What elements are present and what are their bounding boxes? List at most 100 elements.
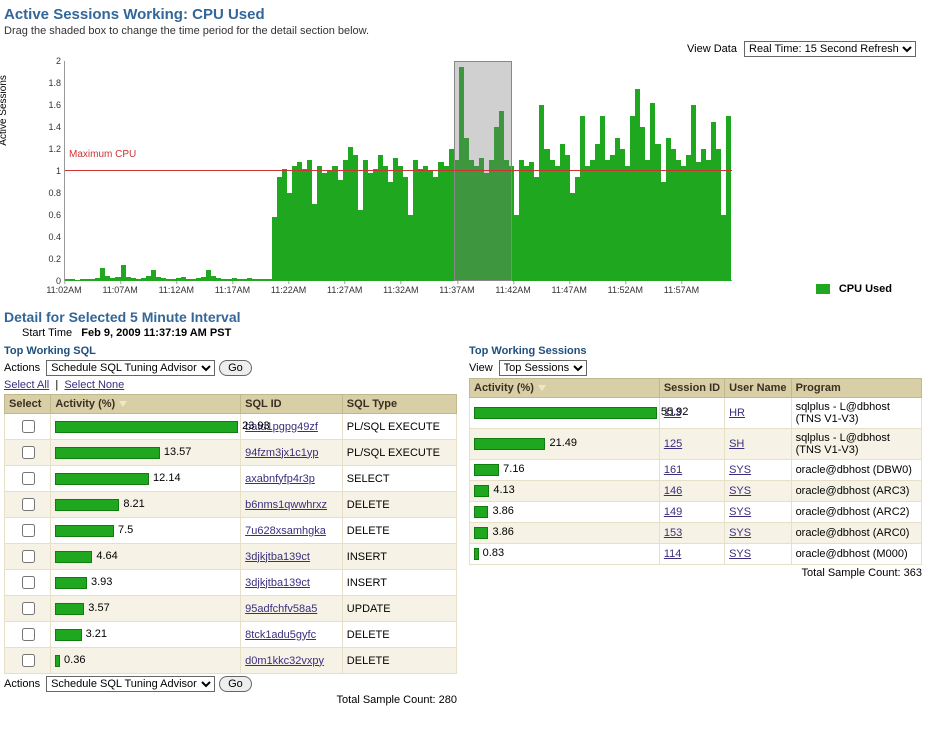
sql-go-button-bottom[interactable]: Go: [219, 676, 252, 692]
table-row: 7.57u628xsamhgkaDELETE: [5, 518, 457, 544]
user-name-link[interactable]: SH: [729, 438, 744, 450]
col-activity[interactable]: Activity (%): [51, 395, 241, 414]
view-data-row: View Data Real Time: 15 Second Refresh: [4, 41, 916, 57]
sqlid-link[interactable]: b6nms1qwwhrxz: [245, 499, 327, 511]
activity-value: 3.86: [492, 505, 513, 517]
activity-bar: [55, 577, 87, 589]
col-activity-sess[interactable]: Activity (%): [470, 379, 660, 398]
detail-section-title: Detail for Selected 5 Minute Interval: [4, 309, 922, 325]
sqlid-link[interactable]: 8tck1adu5gyfc: [245, 629, 316, 641]
activity-value: 12.14: [153, 472, 181, 484]
col-session[interactable]: Session ID: [659, 379, 724, 398]
program-cell: oracle@dbhost (M000): [791, 544, 921, 565]
sql-actions-row-top: Actions Schedule SQL Tuning Advisor Go: [4, 360, 457, 376]
sessions-view-select[interactable]: Top Sessions: [499, 360, 587, 376]
sql-actions-select-top[interactable]: Schedule SQL Tuning Advisor: [46, 360, 215, 376]
sessions-view-row: View Top Sessions: [469, 360, 922, 376]
user-name-link[interactable]: SYS: [729, 548, 751, 560]
user-name-link[interactable]: HR: [729, 407, 745, 419]
sqltype-cell: PL/SQL EXECUTE: [342, 414, 456, 440]
row-select-checkbox[interactable]: [22, 654, 35, 667]
row-select-checkbox[interactable]: [22, 446, 35, 459]
x-tick: 11:52AM: [608, 285, 643, 295]
y-tick: 1.4: [35, 122, 61, 132]
activity-value: 7.16: [503, 463, 524, 475]
x-tick: 11:12AM: [159, 285, 194, 295]
sqlid-link[interactable]: 94fzm3jx1c1yp: [245, 447, 318, 459]
sqlid-link[interactable]: 7u628xsamhgka: [245, 525, 326, 537]
user-name-link[interactable]: SYS: [729, 506, 751, 518]
x-tick: 11:57AM: [664, 285, 699, 295]
sqltype-cell: INSERT: [342, 570, 456, 596]
row-select-checkbox[interactable]: [22, 628, 35, 641]
sql-go-button-top[interactable]: Go: [219, 360, 252, 376]
activity-bar: [55, 655, 60, 667]
activity-value: 3.21: [86, 628, 107, 640]
col-sqltype[interactable]: SQL Type: [342, 395, 456, 414]
activity-bar: [55, 603, 84, 615]
col-program[interactable]: Program: [791, 379, 921, 398]
activity-bar: [474, 485, 489, 497]
table-row: 3.86153SYSoracle@dbhost (ARC0): [470, 523, 922, 544]
top-sql-panel: Top Working SQL Actions Schedule SQL Tun…: [4, 345, 457, 706]
row-select-checkbox[interactable]: [22, 420, 35, 433]
table-row: 0.36d0m1kkc32vxpyDELETE: [5, 648, 457, 674]
y-tick: 2: [35, 56, 61, 66]
activity-value: 4.64: [96, 550, 117, 562]
start-time-row: Start Time Feb 9, 2009 11:37:19 AM PST: [22, 327, 922, 339]
activity-bar: [474, 407, 657, 419]
sessions-sample-count: Total Sample Count: 363: [469, 567, 922, 579]
session-id-link[interactable]: 146: [664, 485, 682, 497]
activity-value: 8.21: [123, 498, 144, 510]
user-name-link[interactable]: SYS: [729, 527, 751, 539]
row-select-checkbox[interactable]: [22, 576, 35, 589]
row-select-checkbox[interactable]: [22, 524, 35, 537]
user-name-link[interactable]: SYS: [729, 485, 751, 497]
sql-actions-row-bottom: Actions Schedule SQL Tuning Advisor Go: [4, 676, 457, 692]
y-tick: 0.6: [35, 210, 61, 220]
sql-actions-select-bottom[interactable]: Schedule SQL Tuning Advisor: [46, 676, 215, 692]
session-id-link[interactable]: 149: [664, 506, 682, 518]
select-all-link[interactable]: Select All: [4, 379, 49, 391]
program-cell: oracle@dbhost (DBW0): [791, 460, 921, 481]
session-id-link[interactable]: 153: [664, 527, 682, 539]
row-select-checkbox[interactable]: [22, 472, 35, 485]
col-sqlid[interactable]: SQL ID: [241, 395, 343, 414]
row-select-checkbox[interactable]: [22, 550, 35, 563]
session-id-link[interactable]: 114: [664, 548, 682, 560]
y-tick: 1.2: [35, 144, 61, 154]
col-user[interactable]: User Name: [725, 379, 791, 398]
activity-bar: [474, 506, 488, 518]
session-id-link[interactable]: 161: [664, 464, 682, 476]
time-selection-box[interactable]: [454, 61, 512, 281]
legend-swatch: [816, 284, 830, 294]
sqlid-link[interactable]: d0m1kkc32vxpy: [245, 655, 324, 667]
table-row: 3.5795adfchfv58a5UPDATE: [5, 596, 457, 622]
program-cell: oracle@dbhost (ARC0): [791, 523, 921, 544]
sqlid-link[interactable]: 3djkjtba139ct: [245, 551, 310, 563]
session-id-link[interactable]: 125: [664, 438, 682, 450]
sqlid-link[interactable]: 95adfchfv58a5: [245, 603, 317, 615]
view-data-select[interactable]: Real Time: 15 Second Refresh: [744, 41, 916, 57]
activity-bar: [55, 551, 92, 563]
table-row: 12.14 axabnfyfp4r3p SELECT: [5, 466, 457, 492]
user-name-link[interactable]: SYS: [729, 464, 751, 476]
activity-bar: [55, 525, 114, 537]
table-row: 55.92113HRsqlplus - L@dbhost (TNS V1-V3): [470, 398, 922, 429]
activity-value: 21.49: [549, 437, 577, 449]
program-cell: oracle@dbhost (ARC3): [791, 481, 921, 502]
row-select-checkbox[interactable]: [22, 498, 35, 511]
sqltype-cell: SELECT: [342, 466, 456, 492]
sqltype-cell: DELETE: [342, 622, 456, 648]
table-row: 3.86 149 SYS oracle@dbhost (ARC2): [470, 502, 922, 523]
program-cell: oracle@dbhost (ARC2): [791, 502, 921, 523]
activity-bar: [474, 527, 488, 539]
sqlid-link[interactable]: axabnfyfp4r3p: [245, 473, 315, 485]
row-select-checkbox[interactable]: [22, 602, 35, 615]
select-none-link[interactable]: Select None: [64, 379, 124, 391]
x-tick: 11:37AM: [439, 285, 474, 295]
table-row: 4.13146SYSoracle@dbhost (ARC3): [470, 481, 922, 502]
sqlid-link[interactable]: 3djkjtba139ct: [245, 577, 310, 589]
table-row: 0.83114SYSoracle@dbhost (M000): [470, 544, 922, 565]
sessions-chart: Active Sessions 00.20.40.60.811.21.41.61…: [4, 61, 922, 301]
